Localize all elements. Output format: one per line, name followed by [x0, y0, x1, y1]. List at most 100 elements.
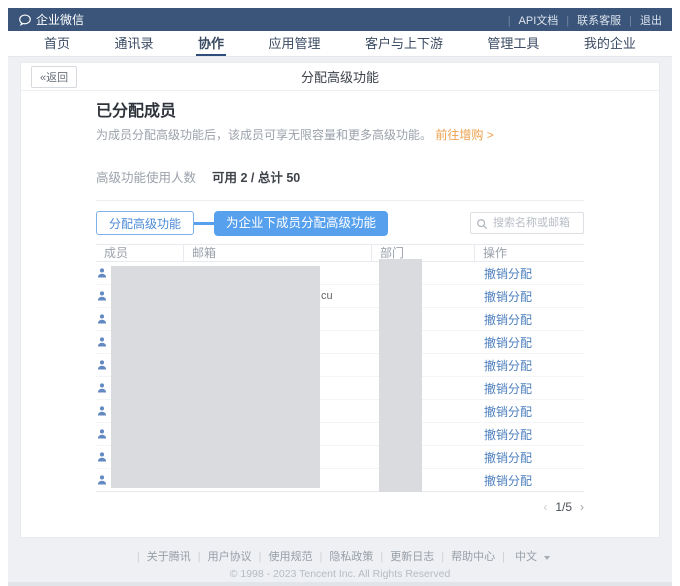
revoke-assign-link[interactable]: 撤销分配 — [484, 288, 532, 305]
person-icon — [96, 428, 108, 440]
card-body: 已分配成员 为成员分配高级功能后，该成员可享无限容量和更多高级功能。 前往增购 … — [21, 91, 659, 514]
revoke-assign-link[interactable]: 撤销分配 — [484, 265, 532, 282]
go-purchase-link[interactable]: 前往增购 > — [435, 128, 493, 142]
divider — [96, 200, 584, 201]
footer-link-list: 关于腾讯用户协议使用规范隐私政策更新日志帮助中心 — [130, 548, 495, 564]
footer-link[interactable]: 使用规范 — [252, 548, 313, 564]
person-icon — [96, 267, 108, 279]
action-cell: 撤销分配 — [474, 446, 584, 468]
nav-tab-label: 应用管理 — [268, 33, 320, 52]
topbar-link[interactable]: 联系客服 — [558, 12, 621, 28]
revoke-assign-link[interactable]: 撤销分配 — [484, 403, 532, 420]
topbar-link[interactable]: API文档 — [500, 12, 559, 28]
footer-link[interactable]: 关于腾讯 — [130, 548, 191, 564]
nav-tab[interactable]: 首页 — [42, 31, 72, 56]
section-description: 为成员分配高级功能后，该成员可享无限容量和更多高级功能。 前往增购 > — [96, 126, 584, 143]
bottom-strip — [8, 582, 672, 586]
person-icon — [96, 474, 108, 486]
search-icon — [476, 217, 488, 235]
person-icon — [96, 290, 108, 302]
revoke-assign-link[interactable]: 撤销分配 — [484, 380, 532, 397]
nav-tab[interactable]: 我的企业 — [582, 31, 638, 56]
nav-tab-label: 首页 — [44, 33, 70, 52]
back-button[interactable]: «返回 — [31, 66, 77, 88]
caret-down-icon — [544, 556, 550, 560]
app-frame: 企业微信 API文档联系客服退出 首页 通讯录 协作 应用管理 客户与上下游 — [8, 8, 672, 586]
person-icon — [96, 313, 108, 325]
revoke-assign-link[interactable]: 撤销分配 — [484, 311, 532, 328]
action-cell: 撤销分配 — [474, 469, 584, 491]
revoke-assign-link[interactable]: 撤销分配 — [484, 334, 532, 351]
next-page-icon[interactable]: › — [580, 500, 584, 514]
footer-link[interactable]: 用户协议 — [191, 548, 252, 564]
footer-links: 关于腾讯用户协议使用规范隐私政策更新日志帮助中心 中文 — [20, 548, 660, 564]
nav-tab-label: 客户与上下游 — [365, 33, 443, 52]
main-card: 分配高级功能 «返回 已分配成员 为成员分配高级功能后，该成员可享无限容量和更多… — [20, 62, 660, 538]
action-cell: 撤销分配 — [474, 285, 584, 307]
nav-tab-label: 管理工具 — [487, 33, 539, 52]
col-header-action: 操作 — [474, 245, 584, 261]
language-selector[interactable]: 中文 — [495, 548, 550, 564]
footer-link[interactable]: 更新日志 — [373, 548, 434, 564]
action-cell: 撤销分配 — [474, 262, 584, 284]
email-fragment: cu — [321, 290, 333, 302]
nav-tab-label: 协作 — [198, 33, 224, 52]
nav-tab-label: 通讯录 — [114, 33, 153, 52]
description-text: 为成员分配高级功能后，该成员可享无限容量和更多高级功能。 — [96, 128, 432, 142]
action-cell: 撤销分配 — [474, 400, 584, 422]
page-indicator: 1/5 — [555, 500, 572, 514]
footer-link[interactable]: 帮助中心 — [434, 548, 495, 564]
person-icon — [96, 451, 108, 463]
toolbar: 分配高级功能 为企业下成员分配高级功能 — [96, 210, 584, 236]
action-cell: 撤销分配 — [474, 354, 584, 376]
nav-tab-label: 我的企业 — [584, 33, 636, 52]
tooltip-connector — [194, 222, 214, 225]
nav-tab[interactable]: 协作 — [196, 31, 226, 56]
section-heading: 已分配成员 — [96, 101, 584, 123]
wecom-bubble-icon — [18, 13, 32, 27]
col-header-email: 邮箱 — [183, 245, 371, 261]
content-area: 分配高级功能 «返回 已分配成员 为成员分配高级功能后，该成员可享无限容量和更多… — [8, 57, 672, 582]
redaction-overlay-departments — [379, 259, 422, 492]
topbar-links: API文档联系客服退出 — [500, 12, 662, 28]
nav-tab[interactable]: 应用管理 — [266, 31, 322, 56]
person-icon — [96, 405, 108, 417]
pagination: ‹ 1/5 › — [96, 500, 584, 514]
usage-label: 高级功能使用人数 — [96, 167, 196, 186]
col-header-member: 成员 — [96, 245, 183, 261]
table-body: 撤销分配 — [96, 262, 584, 492]
prev-page-icon[interactable]: ‹ — [543, 500, 547, 514]
revoke-assign-link[interactable]: 撤销分配 — [484, 426, 532, 443]
topbar-link[interactable]: 退出 — [621, 12, 662, 28]
nav-tab[interactable]: 管理工具 — [485, 31, 541, 56]
main-nav: 首页 通讯录 协作 应用管理 客户与上下游 管理工具 我的企业 — [8, 31, 672, 57]
person-icon — [96, 382, 108, 394]
action-cell: 撤销分配 — [474, 377, 584, 399]
redaction-overlay-names-emails — [111, 266, 320, 488]
footer-link[interactable]: 隐私政策 — [313, 548, 374, 564]
members-table: 成员 邮箱 部门 操作 — [96, 244, 584, 514]
card-header: 分配高级功能 «返回 — [21, 63, 659, 91]
revoke-assign-link[interactable]: 撤销分配 — [484, 449, 532, 466]
revoke-assign-link[interactable]: 撤销分配 — [484, 472, 532, 489]
revoke-assign-link[interactable]: 撤销分配 — [484, 357, 532, 374]
action-cell: 撤销分配 — [474, 423, 584, 445]
copyright: © 1998 - 2023 Tencent Inc. All Rights Re… — [20, 568, 660, 580]
person-icon — [96, 359, 108, 371]
usage-value: 可用 2 / 总计 50 — [212, 167, 300, 186]
nav-tab[interactable]: 客户与上下游 — [363, 31, 445, 56]
page-title: 分配高级功能 — [21, 67, 659, 86]
usage-row: 高级功能使用人数 可用 2 / 总计 50 — [96, 167, 584, 186]
language-label: 中文 — [515, 551, 537, 563]
tooltip-callout: 为企业下成员分配高级功能 — [214, 211, 388, 236]
footer: 关于腾讯用户协议使用规范隐私政策更新日志帮助中心 中文 © 1998 - 202… — [20, 548, 660, 580]
person-icon — [96, 336, 108, 348]
logo-text: 企业微信 — [36, 11, 84, 28]
table-header-row: 成员 邮箱 部门 操作 — [96, 244, 584, 262]
topbar: 企业微信 API文档联系客服退出 — [8, 8, 672, 31]
assign-premium-button[interactable]: 分配高级功能 — [96, 211, 194, 235]
nav-tab[interactable]: 通讯录 — [112, 31, 155, 56]
action-cell: 撤销分配 — [474, 331, 584, 353]
action-cell: 撤销分配 — [474, 308, 584, 330]
logo: 企业微信 — [18, 11, 84, 28]
